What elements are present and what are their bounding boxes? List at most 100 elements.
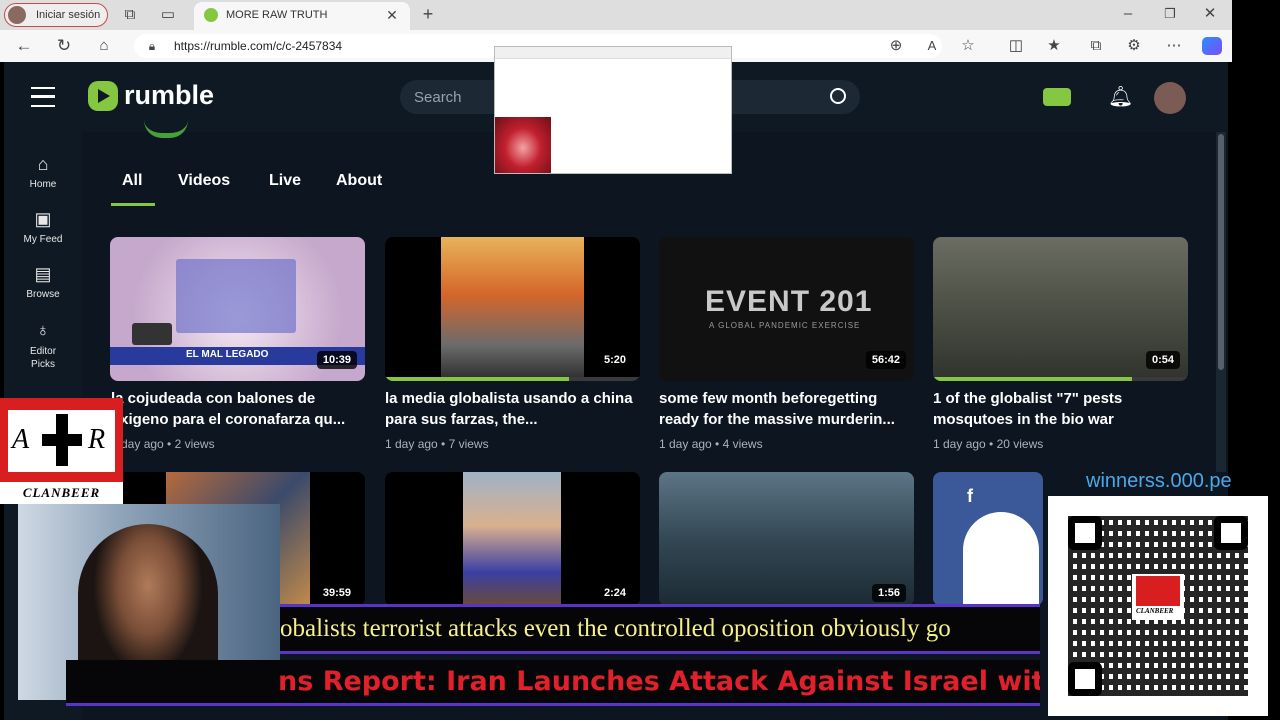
duration-badge: 1:56 [871,584,906,602]
duration-badge: 10:39 [316,351,357,369]
news-ticker-bottom: ns Report: Iran Launches Attack Against … [66,660,1040,706]
tab-actions-icon[interactable]: ▭ [158,5,178,25]
workspaces-icon[interactable]: ⧉ [120,5,140,25]
video-meta: 1 day ago • 7 views [385,437,489,451]
back-icon[interactable]: ← [14,36,34,56]
badge-panel: A R [8,410,115,472]
close-window-icon[interactable]: ✕ [1200,4,1220,24]
home-browser-icon[interactable]: ⌂ [94,36,114,56]
hamburger-menu-icon[interactable] [31,87,55,107]
qr-finder-tl [1068,516,1102,550]
restore-icon[interactable]: ❐ [1160,4,1180,24]
sidebar-item-browse[interactable]: ▤ Browse [4,264,82,300]
video-title[interactable]: 1 of the globalist "7" pests mosqutoes i… [933,388,1188,430]
avatar [8,6,26,24]
rumble-play-icon [88,81,118,111]
badge-letter-r: R [88,424,106,455]
duration-badge: 0:54 [1145,351,1180,369]
copilot-icon[interactable] [1202,37,1222,55]
video-meta: 1 day ago • 20 views [933,437,1044,451]
video-title[interactable]: la cojudeada con balones de oxigeno para… [111,388,366,430]
video-meta: 1 day ago • 2 views [111,437,215,451]
favorites-icon[interactable]: ★ [1044,36,1064,56]
zoom-icon[interactable]: ⊕ [886,36,906,56]
go-live-camera-icon[interactable] [1043,88,1071,106]
notifications-bell-icon[interactable]: 🔔︎ [1108,84,1133,109]
duration-badge: 39:59 [316,584,357,602]
iron-cross-icon [42,414,82,466]
popup-image [495,117,551,173]
browser-titlebar [0,0,1232,30]
tab-active[interactable]: MORE RAW TRUTH ✕ [194,2,410,30]
video-thumbnail[interactable]: 5:20 [385,237,640,381]
more-menu-icon[interactable]: ⋯ [1164,36,1184,56]
badge-text-strip: CLANBEER [0,482,123,504]
tab-title: MORE RAW TRUTH [226,9,328,21]
sidebar-item-label: My Feed [23,234,63,245]
search-icon[interactable] [830,88,846,104]
video-thumbnail[interactable]: f [933,472,1043,606]
thumb-infographic [176,259,296,333]
tab-live[interactable]: Live [269,172,301,190]
qr-mini-icon [132,323,172,345]
video-thumbnail[interactable]: EVENT 201 A GLOBAL PANDEMIC EXERCISE 56:… [659,237,914,381]
sidebar-item-editor-picks[interactable]: ♁ Editor Picks [4,320,82,371]
close-tab-icon[interactable]: ✕ [384,5,400,25]
sidebar-item-label: Browse [26,289,60,300]
ticker-text-bottom: ns Report: Iran Launches Attack Against … [278,666,1040,697]
video-title[interactable]: some few month beforegetting ready for t… [659,388,914,430]
qr-code: CLANBEER [1048,496,1268,716]
sidebar-item-label: Editor Picks [29,346,57,370]
thumb-art [963,512,1039,606]
popup-window-preview[interactable] [494,46,732,174]
watch-progress-track [385,377,640,381]
qr-center-logo: CLANBEER [1132,574,1184,620]
sidebar-item-my-feed[interactable]: ▣ My Feed [4,209,82,245]
favorite-star-icon[interactable]: ☆ [958,36,978,56]
site-label: winnerss.000.pe [1086,470,1232,492]
search-placeholder: Search [414,89,462,106]
thumb-art [441,237,584,381]
watch-progress-fill [385,377,569,381]
video-thumbnail[interactable]: 0:54 [933,237,1188,381]
rumble-favicon-icon [204,8,218,22]
video-thumbnail[interactable]: 2:24 [385,472,640,606]
ticker-text-top: obalists terrorist attacks even the cont… [280,615,951,642]
browse-icon: ▤ [34,264,52,284]
sidebar-item-label: Home [29,179,57,190]
watch-progress-track [933,377,1188,381]
popup-toolbar [495,47,731,59]
tab-videos[interactable]: Videos [178,172,230,190]
rumble-logo[interactable]: rumble [88,80,228,114]
new-tab-icon[interactable]: + [418,4,438,24]
duration-badge: 2:24 [597,584,632,602]
thumb-caption: EVENT 201 [705,285,873,318]
tab-all[interactable]: All [122,172,142,190]
logo-text: rumble [124,80,215,110]
collections-icon[interactable]: ⧉ [1086,36,1106,56]
split-screen-icon[interactable]: ◫ [1006,36,1026,56]
lock-icon: 🔒︎ [148,39,156,53]
user-avatar[interactable] [1154,82,1186,114]
read-aloud-icon[interactable]: A [922,36,942,56]
video-meta: 1 day ago • 4 views [659,437,763,451]
video-title[interactable]: la media globalista usando a china para … [385,388,640,430]
profile-label: Iniciar sesión [36,9,101,21]
video-thumbnail[interactable]: 1:56 [659,472,914,606]
extensions-icon[interactable]: ⚙ [1124,36,1144,56]
qr-finder-bl [1068,662,1102,696]
refresh-icon[interactable]: ↻ [54,36,74,56]
video-thumbnail[interactable]: EL MAL LEGADO 10:39 [110,237,365,381]
minimize-icon[interactable]: – [1118,4,1138,24]
qr-finder-tr [1214,516,1248,550]
thumb-subcaption: A GLOBAL PANDEMIC EXERCISE [709,321,861,330]
page-scrollbar[interactable] [1216,132,1226,472]
qr-caption: CLANBEER [1136,607,1174,615]
feed-icon: ▣ [34,209,52,229]
clanbeer-badge: A R CLANBEER [0,398,123,504]
profile-button[interactable]: Iniciar sesión [4,3,108,27]
watch-progress-fill [933,377,1132,381]
sidebar-item-home[interactable]: ⌂ Home [4,154,82,190]
scrollbar-thumb[interactable] [1218,134,1224,370]
tab-about[interactable]: About [336,172,382,190]
